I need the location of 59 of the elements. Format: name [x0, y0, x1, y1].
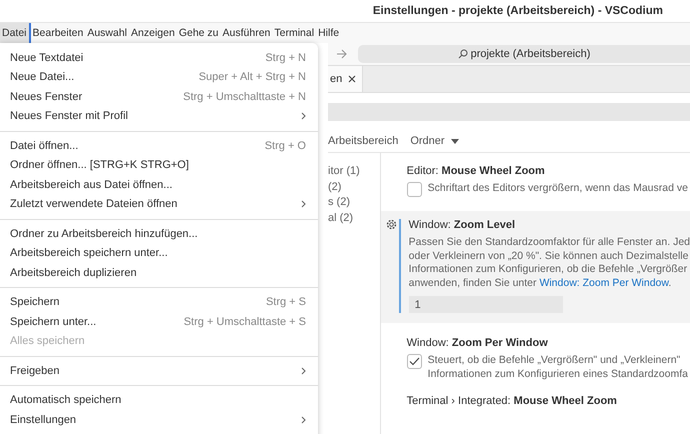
- scope-tab[interactable]: Ordner: [410, 135, 459, 147]
- setting-description: oder Verkleinern von „20 %". Sie können auch Dezimalstelle: [408, 250, 690, 263]
- menu-item[interactable]: Ordner öffnen... [STRG+K STRG+O]: [0, 156, 318, 175]
- setting-title: Terminal › Integrated: Mouse Wheel Zoom: [406, 395, 618, 407]
- menu-item[interactable]: Neues Fenster Strg + Umschalttaste + N: [0, 87, 318, 106]
- gear-icon[interactable]: [386, 219, 397, 230]
- chevron-right-icon: [301, 366, 306, 375]
- toc-item[interactable]: (2): [328, 180, 380, 196]
- menu-bar-item[interactable]: Datei: [0, 23, 31, 43]
- chevron-right-icon: [301, 416, 306, 424]
- number-input-field[interactable]: 1: [408, 296, 563, 313]
- menu-item[interactable]: Arbeitsbereich speichern unter...: [0, 244, 318, 263]
- chevron-right-icon: [301, 200, 306, 208]
- setting-description: anwenden, finden Sie unter: [408, 276, 538, 288]
- menu-item[interactable]: Einstellungen: [0, 410, 318, 430]
- setting-description: Schriftart des Editors vergrößern, wenn das Mausrad ve: [428, 182, 688, 196]
- menu-item[interactable]: Zuletzt verwendete Dateien öffnen: [0, 194, 318, 214]
- menu-item[interactable]: Neue Textdatei Strg + N: [0, 48, 318, 68]
- setting-description: Passen Sie den Standardzoomfaktor für alle Fenster an. Jed: [408, 236, 690, 250]
- checkbox[interactable]: [406, 354, 422, 369]
- menu-bar-item[interactable]: Ausführen: [220, 23, 272, 43]
- settings-search-field[interactable]: [328, 103, 690, 121]
- setting-description: Steuert, ob die Befehle „Vergrößern" und „Verkleinern": [428, 354, 682, 368]
- menu-item[interactable]: Ordner zu Arbeitsbereich hinzufügen...: [0, 224, 318, 244]
- menu-bar-item[interactable]: Anzeigen: [129, 23, 177, 43]
- search-icon: [458, 49, 468, 59]
- caret-icon: [450, 138, 459, 144]
- menu-item[interactable]: Freigeben: [0, 361, 318, 380]
- menu-item[interactable]: Arbeitsbereich aus Datei öffnen...: [0, 175, 318, 194]
- menu-item[interactable]: Speichern unter... Strg + Umschalttaste + S: [0, 312, 318, 332]
- setting-title: Editor: Mouse Wheel Zoom: [406, 165, 546, 177]
- toc-item[interactable]: itor (1): [328, 165, 380, 180]
- menu-item[interactable]: Neue Datei... Super + Alt + Strg + N: [0, 68, 318, 87]
- forward-arrow-icon[interactable]: [336, 49, 348, 59]
- setting-description: Informationen zum Konfigurieren, ob die Befehle „Vergrößer: [408, 263, 688, 276]
- setting-description: .: [668, 276, 672, 288]
- command-center-search[interactable]: projekte (Arbeitsbereich): [358, 45, 690, 63]
- menu-item[interactable]: Speichern Strg + S: [0, 292, 318, 312]
- toc-item[interactable]: al (2): [328, 212, 380, 227]
- menu-bar-item[interactable]: Hilfe: [316, 23, 342, 43]
- chevron-right-icon: [301, 112, 306, 120]
- editor-tab[interactable]: en: [328, 66, 364, 92]
- setting-description: Informationen zum Konfigurieren eines Standardzoomfa: [428, 368, 688, 381]
- close-icon[interactable]: [348, 75, 356, 83]
- setting-title: Window: Zoom Per Window: [406, 337, 549, 349]
- setting-link[interactable]: Window: Zoom Per Window: [539, 276, 668, 288]
- menu-bar-item[interactable]: Terminal: [272, 23, 316, 43]
- menu-item[interactable]: Datei öffnen... Strg + O: [0, 136, 318, 156]
- checkbox[interactable]: [406, 182, 422, 197]
- toc-item[interactable]: s (2): [328, 196, 380, 212]
- menu-item[interactable]: Arbeitsbereich duplizieren: [0, 263, 318, 282]
- menu-item[interactable]: Neues Fenster mit Profil: [0, 106, 318, 126]
- menu-bar-item[interactable]: Auswahl: [85, 23, 130, 43]
- menu-bar-item[interactable]: Bearbeiten: [30, 23, 86, 43]
- menu-item[interactable]: Automatisch speichern: [0, 390, 318, 410]
- scope-tab[interactable]: Arbeitsbereich: [328, 135, 398, 147]
- window-title: Einstellungen - projekte (Arbeitsbereich) - VSCodium: [372, 5, 663, 17]
- menu-bar-item[interactable]: Gehe zu: [176, 23, 221, 43]
- setting-title: Window: Zoom Level: [408, 219, 516, 231]
